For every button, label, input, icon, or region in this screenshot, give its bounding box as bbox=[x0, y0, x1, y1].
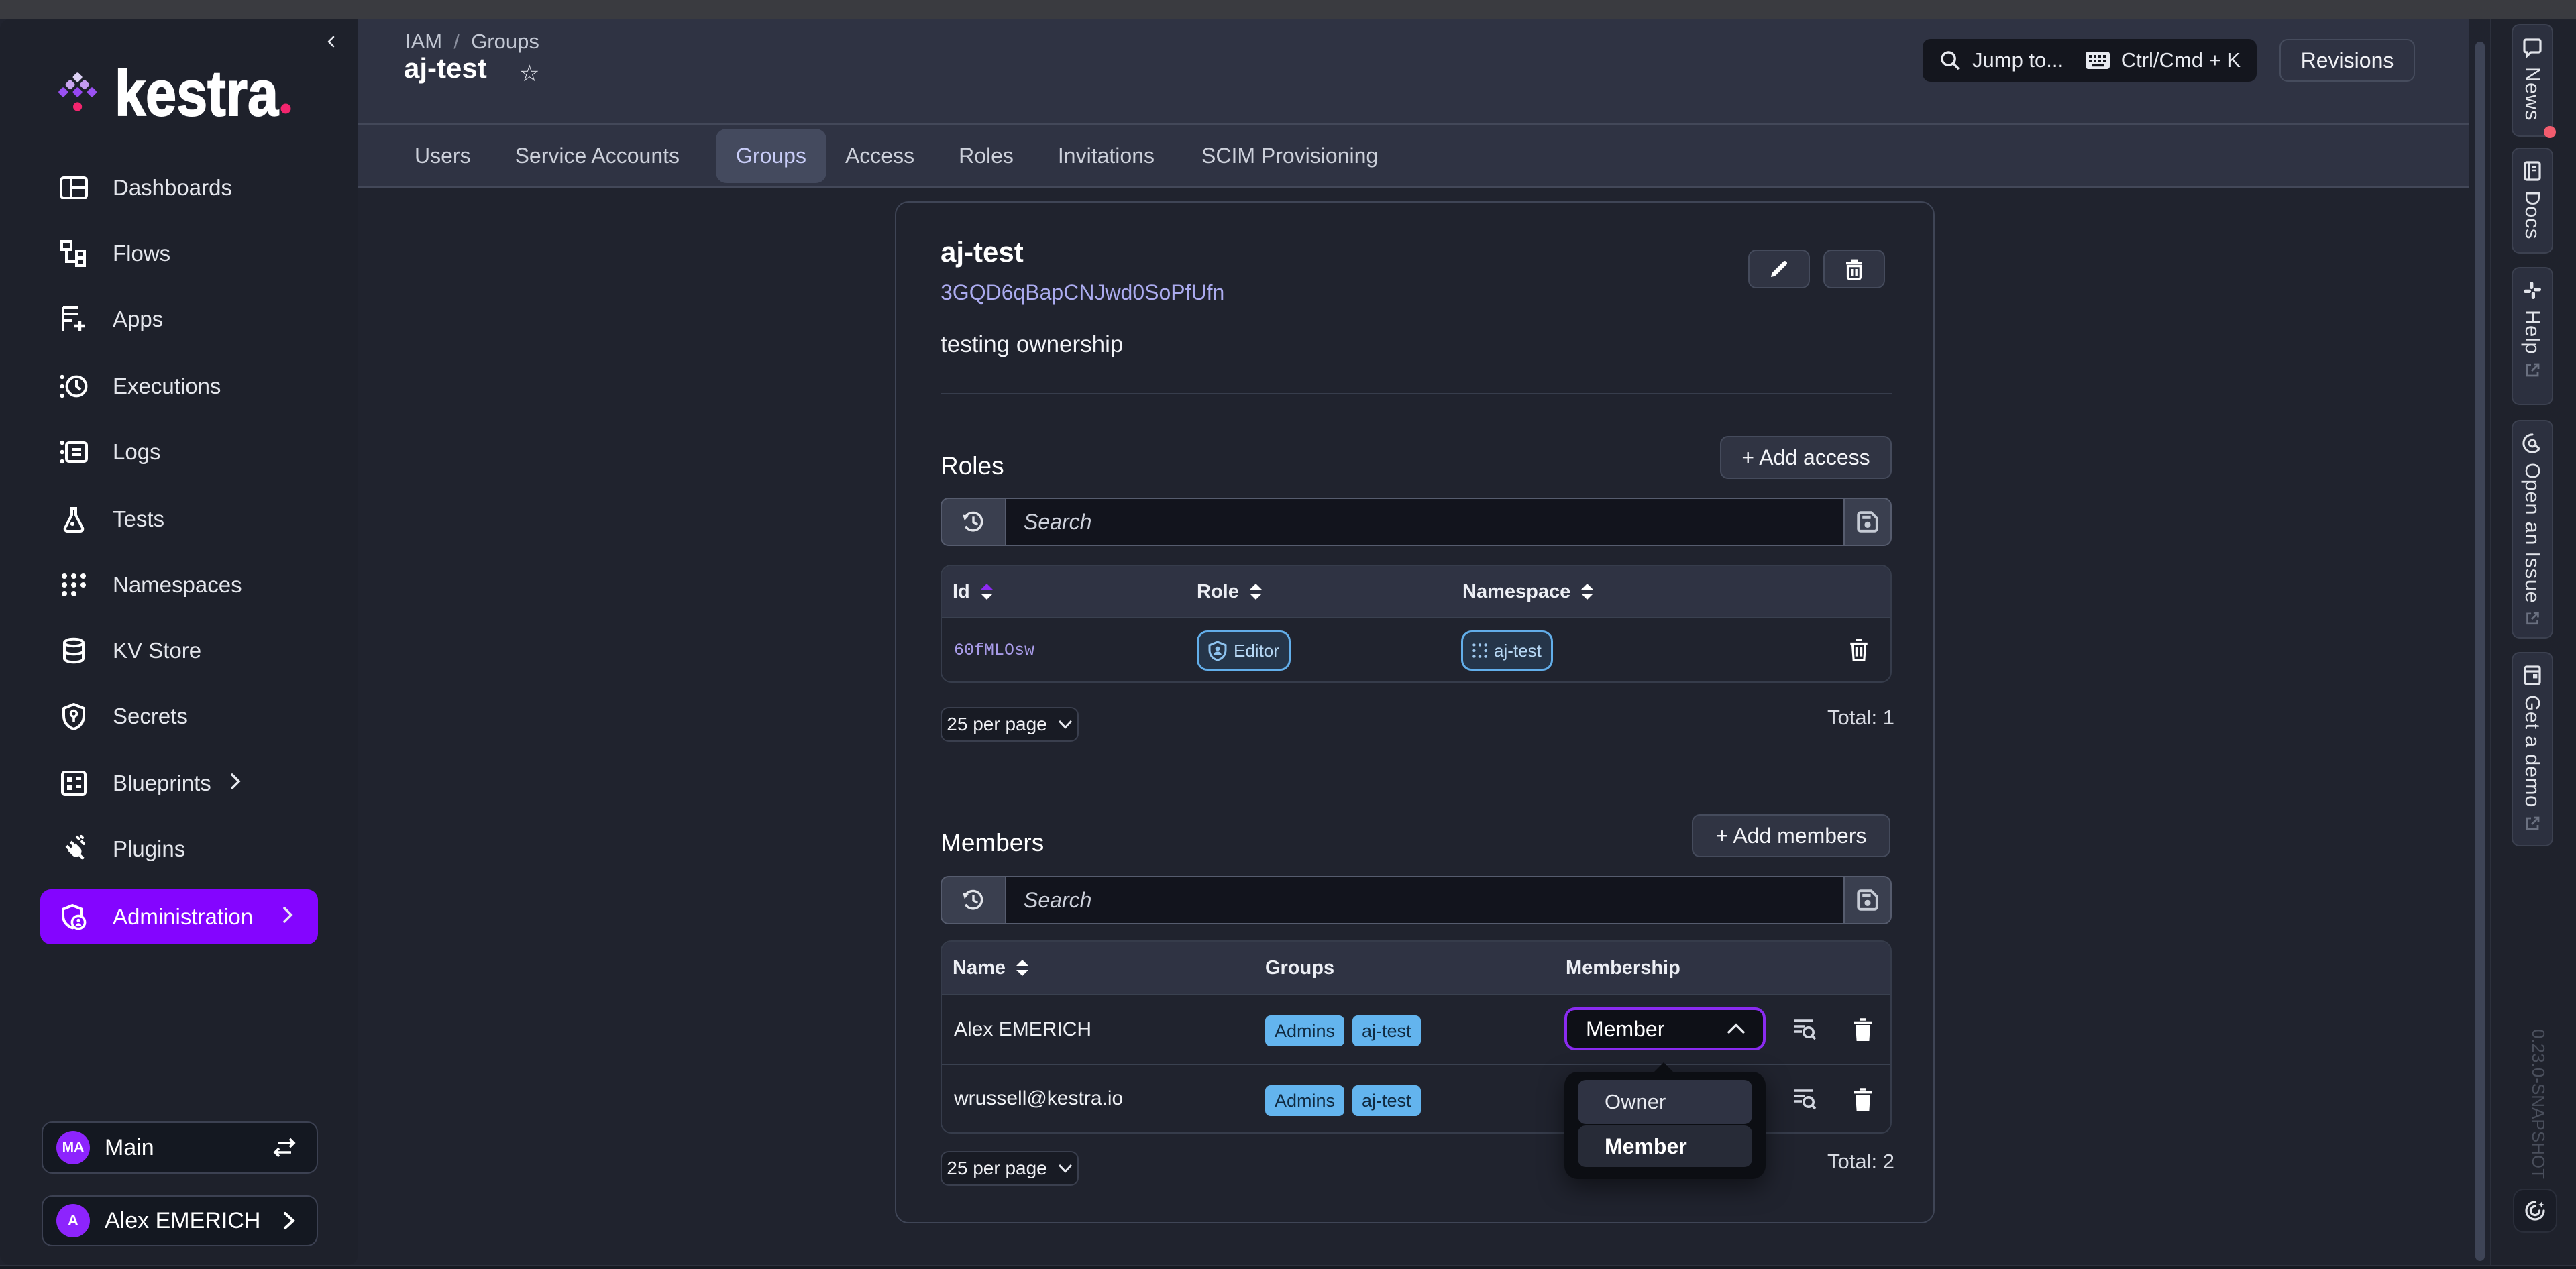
svg-text:kestra: kestra bbox=[115, 68, 279, 123]
